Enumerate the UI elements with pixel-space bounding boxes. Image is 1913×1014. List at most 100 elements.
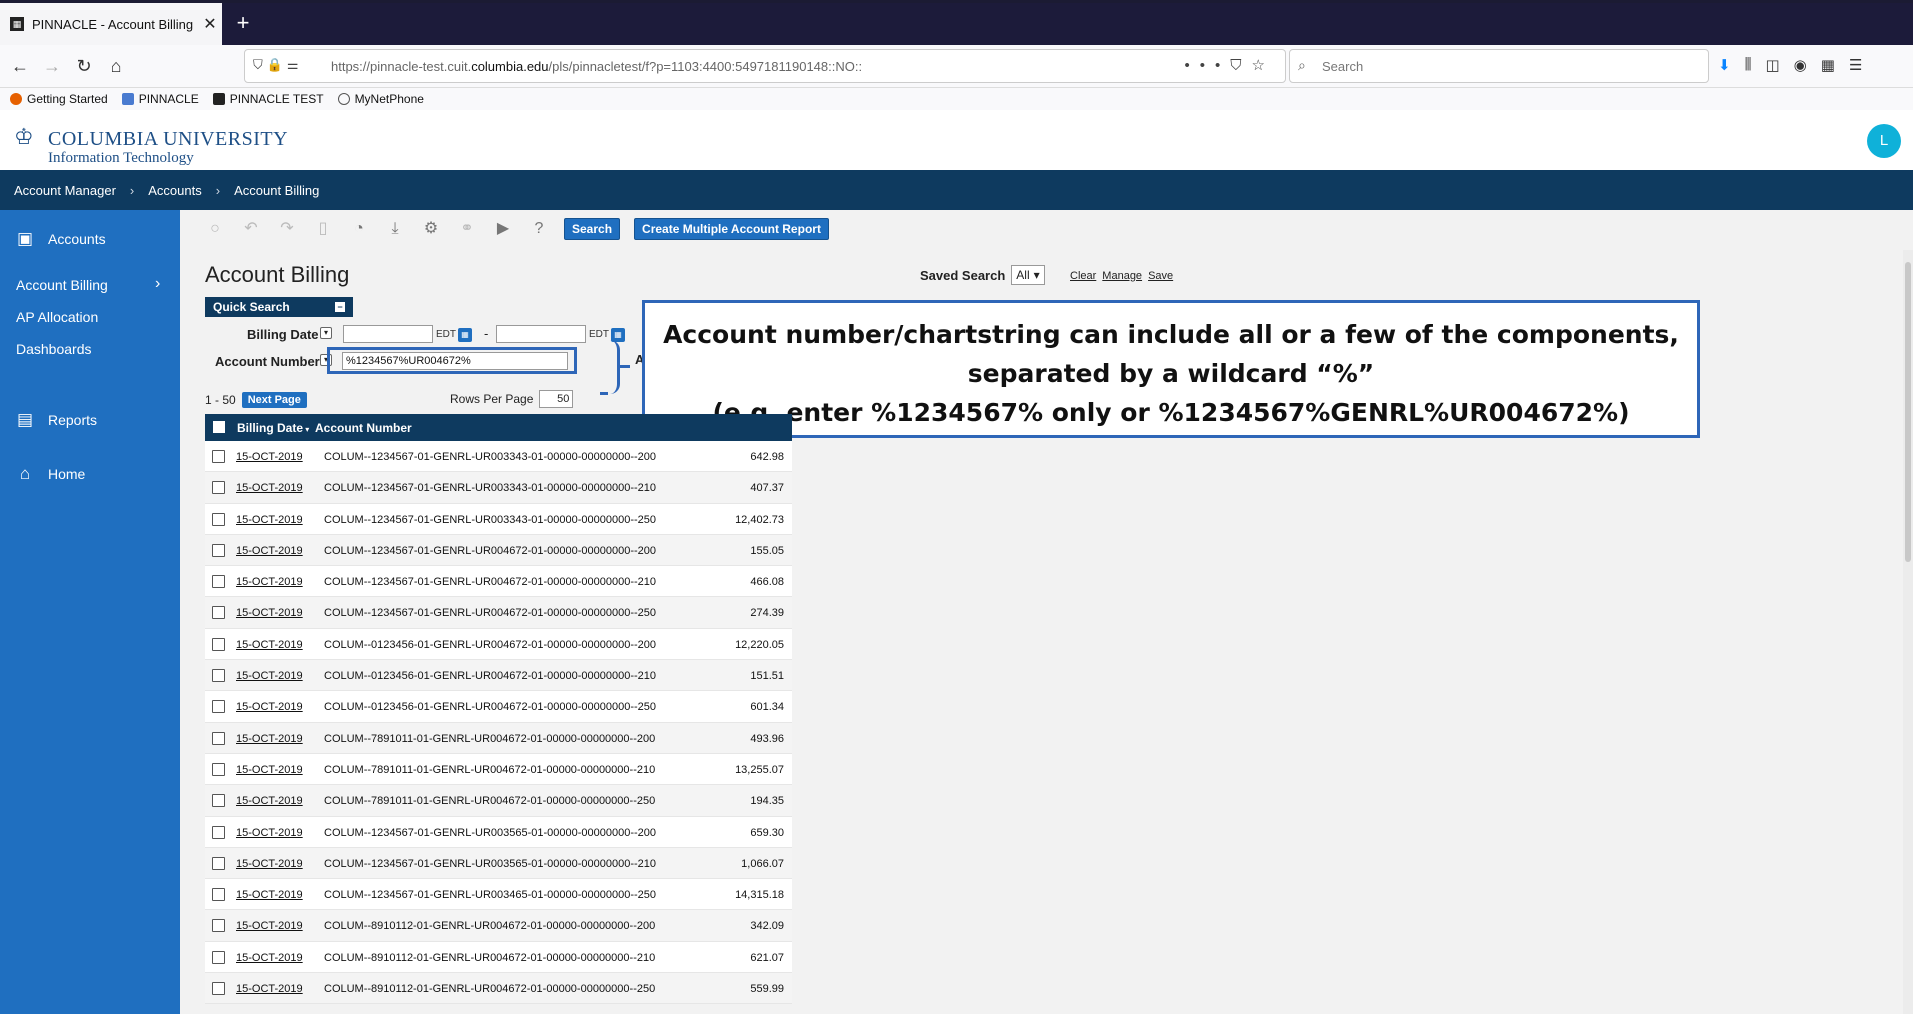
- row-checkbox[interactable]: [212, 731, 225, 745]
- page-actions-icon[interactable]: •••⛉☆: [1185, 56, 1275, 74]
- forward-arrow-icon[interactable]: →: [38, 52, 66, 80]
- calendar-icon[interactable]: ▦: [458, 328, 472, 342]
- sidebar-item-ap-allocation[interactable]: AP Allocation: [16, 309, 98, 325]
- account-icon[interactable]: ◉: [1794, 56, 1807, 74]
- breadcrumb-account-billing[interactable]: Account Billing: [234, 183, 319, 198]
- billing-date-link[interactable]: 15-OCT-2019: [236, 889, 303, 901]
- next-page-button[interactable]: Next Page: [241, 392, 307, 408]
- video-icon[interactable]: ▶: [492, 218, 514, 240]
- breadcrumb-accounts[interactable]: Accounts: [148, 183, 201, 198]
- billing-date-link[interactable]: 15-OCT-2019: [236, 576, 303, 588]
- account-number-column-header[interactable]: Account Number: [315, 421, 412, 435]
- billing-date-link[interactable]: 15-OCT-2019: [236, 451, 303, 463]
- row-checkbox[interactable]: [212, 606, 225, 620]
- clear-link[interactable]: Clear: [1070, 270, 1096, 282]
- billing-date-link[interactable]: 15-OCT-2019: [236, 827, 303, 839]
- sidebar-item-home[interactable]: ⌂ Home: [0, 458, 180, 490]
- gear-icon[interactable]: ⚙: [420, 218, 442, 240]
- bookmark-pinnacle[interactable]: PINNACLE: [121, 92, 199, 106]
- library-icon[interactable]: ⫼: [1745, 56, 1752, 74]
- row-checkbox[interactable]: [212, 637, 225, 651]
- row-checkbox[interactable]: [212, 794, 225, 808]
- row-checkbox[interactable]: [212, 856, 225, 870]
- sidebar-item-reports[interactable]: ▤ Reports: [0, 404, 180, 436]
- reload-icon[interactable]: ↻: [70, 52, 98, 80]
- row-checkbox[interactable]: [212, 700, 225, 714]
- billing-date-link[interactable]: 15-OCT-2019: [236, 607, 303, 619]
- collapse-icon[interactable]: −: [335, 302, 345, 312]
- rows-per-page-input[interactable]: 50: [539, 390, 574, 408]
- quick-search-header[interactable]: Quick Search −: [205, 297, 353, 317]
- billing-date-link[interactable]: 15-OCT-2019: [236, 639, 303, 651]
- sidebar-item-dashboards[interactable]: Dashboards: [16, 341, 92, 357]
- search-bar[interactable]: ⌕ Search: [1289, 49, 1709, 83]
- document-icon[interactable]: ▯: [312, 218, 334, 240]
- bookmark-pinnacle-test[interactable]: PINNACLE TEST: [212, 92, 324, 106]
- row-checkbox[interactable]: [212, 982, 225, 996]
- avatar[interactable]: L: [1867, 124, 1901, 158]
- new-tab-button[interactable]: +: [228, 3, 258, 45]
- close-tab-icon[interactable]: ✕: [198, 14, 222, 34]
- account-number-input[interactable]: %1234567%UR004672%: [342, 352, 568, 370]
- row-checkbox[interactable]: [212, 450, 225, 463]
- billing-date-from-input[interactable]: [343, 325, 433, 343]
- redo-icon[interactable]: ↷: [276, 218, 298, 240]
- billing-date-link[interactable]: 15-OCT-2019: [236, 858, 303, 870]
- row-checkbox[interactable]: [212, 919, 225, 933]
- bookmark-getting-started[interactable]: Getting Started: [10, 92, 108, 106]
- row-checkbox[interactable]: [212, 543, 225, 557]
- link-icon[interactable]: ⚭: [456, 218, 478, 240]
- sidebar-item-accounts[interactable]: ▣ Accounts: [0, 223, 180, 255]
- billing-date-link[interactable]: 15-OCT-2019: [236, 514, 303, 526]
- billing-date-link[interactable]: 15-OCT-2019: [236, 764, 303, 776]
- row-checkbox[interactable]: [212, 669, 225, 683]
- billing-date-link[interactable]: 15-OCT-2019: [236, 482, 303, 494]
- select-all-checkbox[interactable]: [213, 421, 225, 433]
- billing-date-link[interactable]: 15-OCT-2019: [236, 670, 303, 682]
- search-icon[interactable]: ○: [204, 218, 226, 240]
- chart-report-icon[interactable]: ◔: [348, 218, 370, 240]
- download-icon[interactable]: ⤓: [384, 218, 406, 240]
- create-multiple-account-report-button[interactable]: Create Multiple Account Report: [634, 218, 829, 240]
- download-icon[interactable]: ⬇: [1718, 56, 1731, 74]
- billing-date-link[interactable]: 15-OCT-2019: [236, 545, 303, 557]
- row-checkbox[interactable]: [212, 950, 225, 964]
- billing-date-to-input[interactable]: [496, 325, 586, 343]
- chevron-right-icon[interactable]: ›: [155, 275, 160, 293]
- row-checkbox[interactable]: [212, 481, 225, 495]
- menu-icon[interactable]: ☰: [1849, 56, 1862, 74]
- chevron-down-icon[interactable]: ▾: [320, 327, 332, 339]
- row-checkbox[interactable]: [212, 762, 225, 776]
- browser-tab[interactable]: ▦ PINNACLE - Account Billing ✕: [0, 3, 222, 45]
- site-security-icon[interactable]: ⛉🔒⚌: [253, 57, 303, 73]
- row-checkbox[interactable]: [212, 512, 225, 526]
- bookmark-mynetphone[interactable]: MyNetPhone: [337, 92, 424, 106]
- save-link[interactable]: Save: [1148, 270, 1173, 282]
- sidebar-item-account-billing[interactable]: Account Billing: [16, 277, 108, 293]
- sidebar-toggle-icon[interactable]: ◫: [1765, 56, 1779, 74]
- billing-date-link[interactable]: 15-OCT-2019: [236, 952, 303, 964]
- url-text[interactable]: https://pinnacle-test.cuit.columbia.edu/…: [331, 59, 862, 74]
- chevron-right-icon: ›: [129, 182, 135, 198]
- search-button[interactable]: Search: [564, 218, 621, 240]
- manage-link[interactable]: Manage: [1102, 270, 1142, 282]
- billing-date-link[interactable]: 15-OCT-2019: [236, 920, 303, 932]
- row-checkbox[interactable]: [212, 888, 225, 902]
- help-icon[interactable]: ?: [528, 218, 550, 240]
- billing-date-link[interactable]: 15-OCT-2019: [236, 701, 303, 713]
- address-bar[interactable]: ⛉🔒⚌ https://pinnacle-test.cuit.columbia.…: [244, 49, 1286, 83]
- extensions-icon[interactable]: ▦: [1821, 56, 1835, 74]
- back-arrow-icon[interactable]: ←: [6, 52, 34, 80]
- billing-date-column-header[interactable]: Billing Date ▾: [237, 421, 309, 435]
- billing-date-link[interactable]: 15-OCT-2019: [236, 733, 303, 745]
- home-icon[interactable]: ⌂: [102, 52, 130, 80]
- breadcrumb-account-manager[interactable]: Account Manager: [14, 183, 116, 198]
- row-checkbox[interactable]: [212, 825, 225, 839]
- row-checkbox[interactable]: [212, 575, 225, 589]
- amount-cell: 407.37: [750, 482, 784, 495]
- scrollbar-thumb[interactable]: [1905, 262, 1911, 562]
- saved-search-select[interactable]: All ▾: [1011, 265, 1045, 285]
- undo-icon[interactable]: ↶: [240, 218, 262, 240]
- billing-date-link[interactable]: 15-OCT-2019: [236, 983, 303, 995]
- billing-date-link[interactable]: 15-OCT-2019: [236, 795, 303, 807]
